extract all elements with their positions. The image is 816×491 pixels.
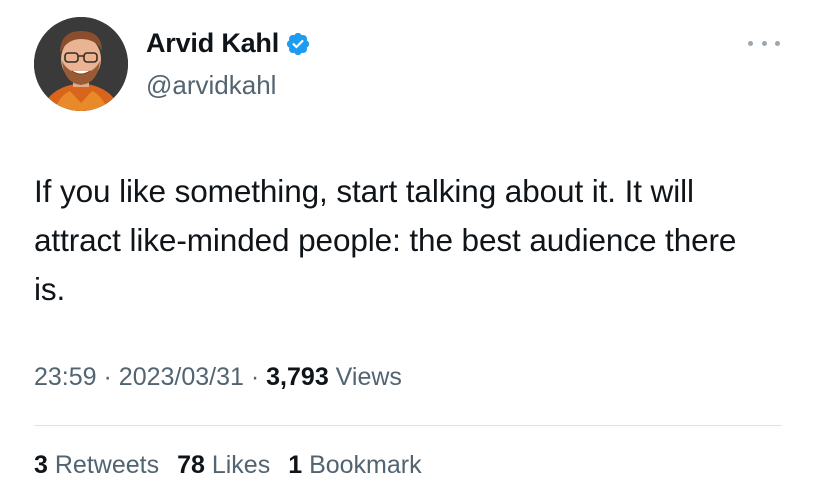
likes-label: Likes — [211, 451, 271, 479]
views-label[interactable]: Views — [336, 363, 402, 391]
more-dot — [775, 40, 780, 46]
avatar-image — [34, 17, 128, 111]
retweets-label: Retweets — [54, 451, 160, 479]
likes-count: 78 — [177, 451, 205, 479]
likes-stat[interactable]: 78 Likes — [177, 451, 270, 480]
views-count[interactable]: 3,793 — [266, 363, 329, 391]
more-dot — [748, 40, 753, 46]
engagement-stats: 3 Retweets 78 Likes 1 Bookmark — [34, 451, 422, 480]
tweet-time[interactable]: 23:59 — [34, 363, 97, 391]
tweet-meta: 23:59 · 2023/03/31 · 3,793 Views — [34, 363, 402, 392]
meta-separator: · — [250, 363, 260, 391]
retweets-stat[interactable]: 3 Retweets — [34, 451, 159, 480]
bookmarks-stat[interactable]: 1 Bookmark — [288, 451, 421, 480]
author-display-name[interactable]: Arvid Kahl — [146, 28, 279, 59]
verified-badge-icon[interactable] — [285, 31, 311, 57]
avatar[interactable] — [34, 17, 128, 111]
retweets-count: 3 — [34, 451, 48, 479]
tweet-card: Arvid Kahl @arvidkahl If you like someth… — [0, 0, 816, 491]
bookmarks-count: 1 — [288, 451, 303, 479]
meta-separator: · — [103, 363, 112, 391]
bookmarks-label: Bookmark — [309, 451, 422, 479]
author-handle[interactable]: @arvidkahl — [146, 70, 276, 101]
divider — [34, 425, 782, 426]
more-options-icon[interactable] — [748, 33, 780, 53]
tweet-text: If you like something, start talking abo… — [34, 173, 737, 307]
author-name-row: Arvid Kahl — [146, 28, 311, 59]
more-dot — [761, 40, 767, 46]
tweet-date[interactable]: 2023/03/31 — [119, 363, 244, 391]
